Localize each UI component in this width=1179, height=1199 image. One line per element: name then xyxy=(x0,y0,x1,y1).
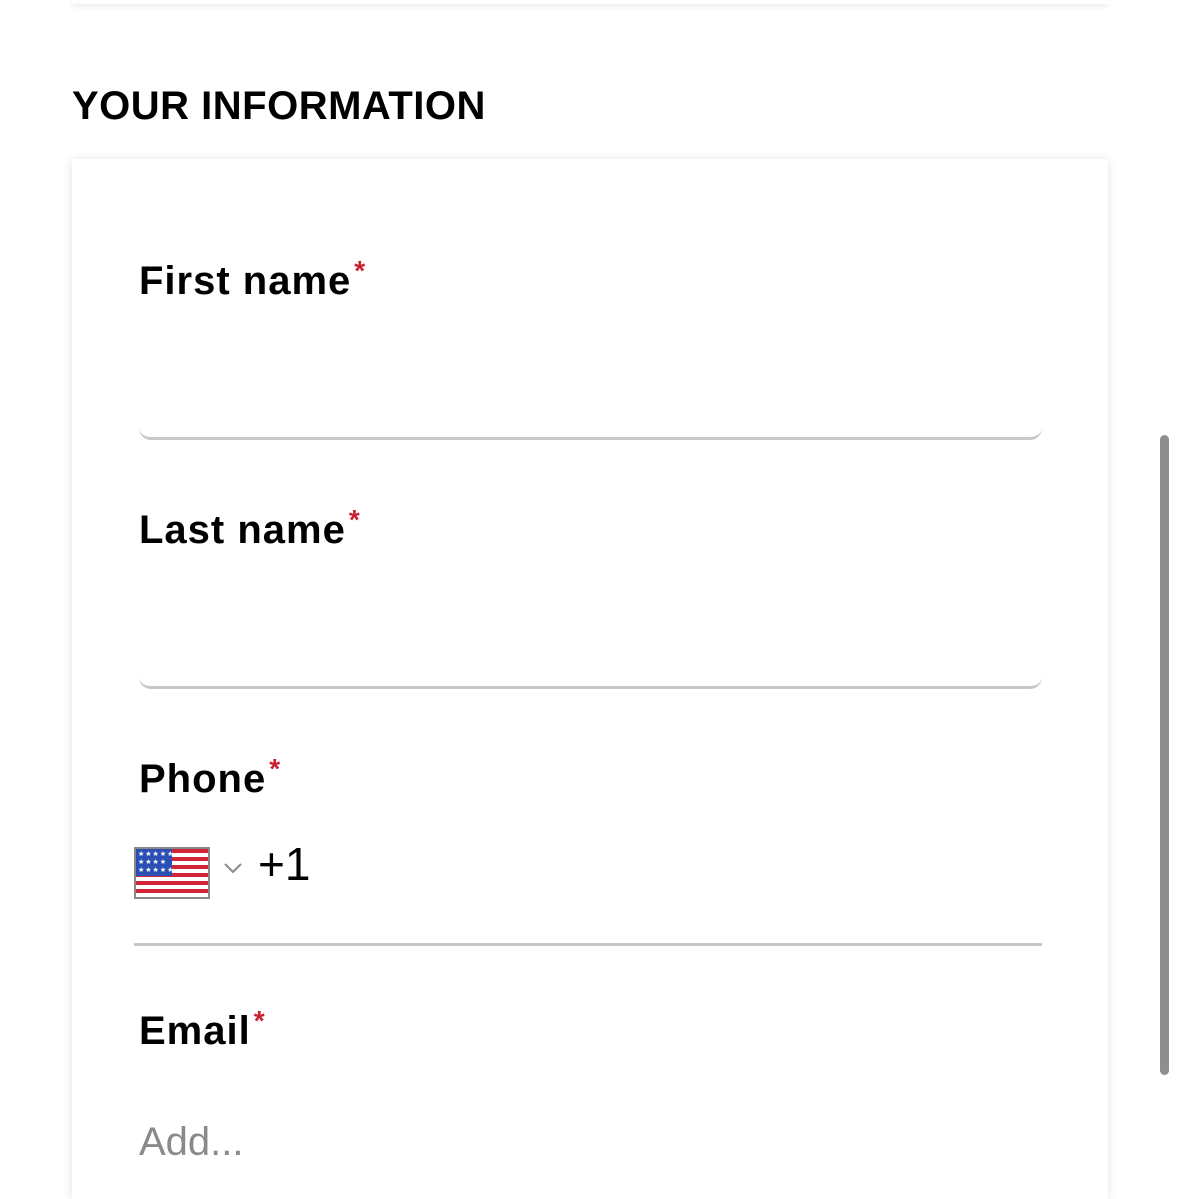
last-name-label-text: Last name xyxy=(139,508,346,552)
first-name-label: First name * xyxy=(139,255,366,304)
chevron-down-icon[interactable] xyxy=(222,857,244,879)
section-title: YOUR INFORMATION xyxy=(72,84,486,128)
previous-card-edge xyxy=(72,0,1108,4)
flag-canton: ★★★★★ ★★★★ ★★★★★ xyxy=(136,849,175,876)
email-label: Email * xyxy=(139,1005,266,1054)
required-asterisk: * xyxy=(348,504,361,535)
required-asterisk: * xyxy=(354,255,367,286)
dial-code[interactable]: +1 xyxy=(258,837,310,891)
us-flag-icon[interactable]: ★★★★★ ★★★★ ★★★★★ xyxy=(134,847,210,899)
last-name-input[interactable] xyxy=(139,557,1042,689)
phone-label-text: Phone xyxy=(139,757,267,801)
email-label-text: Email xyxy=(139,1009,251,1053)
email-input[interactable] xyxy=(139,1104,1042,1180)
first-name-input[interactable] xyxy=(139,308,1042,440)
required-asterisk: * xyxy=(253,1005,266,1036)
scrollbar[interactable] xyxy=(1160,435,1169,1075)
first-name-label-text: First name xyxy=(139,259,352,303)
information-form-card: First name * Last name * Phone * ★★★★★ ★★★★… xyxy=(72,159,1108,1199)
phone-label: Phone * xyxy=(139,753,281,802)
phone-input-row: ★★★★★ ★★★★ ★★★★★ +1 xyxy=(134,838,1042,946)
required-asterisk: * xyxy=(269,753,282,784)
last-name-label: Last name * xyxy=(139,504,361,553)
